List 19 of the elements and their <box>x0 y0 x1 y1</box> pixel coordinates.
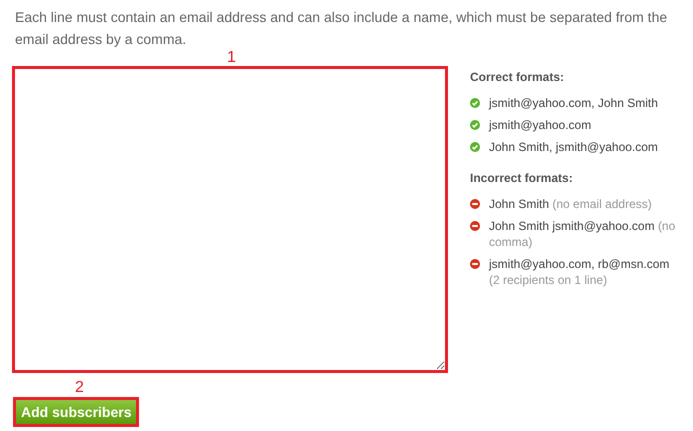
format-example: John Smith jsmith@yahoo.com (no comma) <box>489 218 676 250</box>
minus-icon <box>470 259 480 269</box>
format-example: jsmith@yahoo.com <box>489 117 592 133</box>
format-example: John Smith, jsmith@yahoo.com <box>489 139 658 155</box>
callout-number: 1 <box>227 50 236 66</box>
callout-number: 2 <box>75 380 84 396</box>
format-example: John Smith (no email address) <box>489 196 652 212</box>
minus-icon <box>470 221 480 231</box>
check-icon <box>470 142 480 152</box>
format-example: jsmith@yahoo.com, John Smith <box>489 95 658 111</box>
instructions-text: Each line must contain an email address and can also include a name, which must be separated from the email address by a comma. <box>15 8 668 49</box>
check-icon <box>470 98 480 108</box>
format-example: jsmith@yahoo.com, rb@msn.com (2 recipients on 1 line) <box>489 256 670 288</box>
subscribers-textarea[interactable] <box>12 66 448 373</box>
add-subscribers-button[interactable]: Add subscribers <box>13 397 140 427</box>
section-heading: Correct formats: <box>470 70 566 84</box>
section-heading: Incorrect formats: <box>470 171 574 185</box>
minus-icon <box>470 199 480 209</box>
check-icon <box>470 120 480 130</box>
